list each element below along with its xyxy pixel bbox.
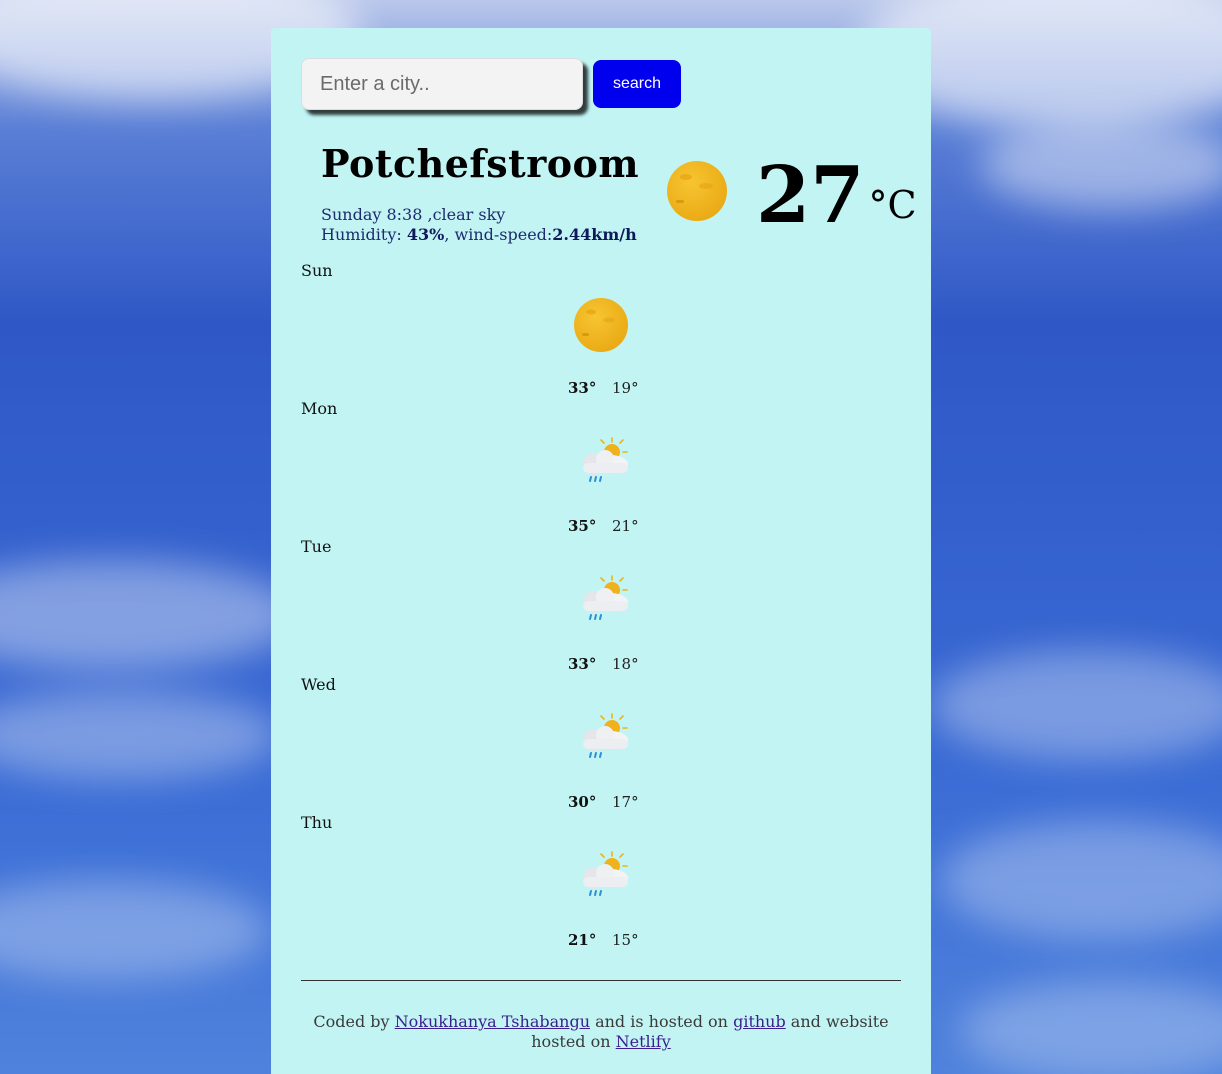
forecast-max-temp: 21° — [568, 931, 597, 949]
forecast-day-name: Wed — [301, 675, 336, 694]
forecast-min-temp: 21° — [612, 517, 639, 535]
forecast-day-name: Sun — [301, 261, 333, 280]
forecast-min-temp: 19° — [612, 379, 639, 397]
forecast-min-temp: 18° — [612, 655, 639, 673]
humidity-wind-line: Humidity: 43%, wind-speed:2.44km/h — [321, 225, 637, 244]
date-description-line: Sunday 8:38 ,clear sky — [321, 205, 506, 224]
footer-middle: and is hosted on — [590, 1012, 734, 1031]
footer-divider — [301, 980, 901, 981]
wind-label: wind-speed: — [454, 225, 553, 244]
forecast-max-temp: 33° — [568, 655, 597, 673]
forecast-max-temp: 35° — [568, 517, 597, 535]
rain-cloud-sun-icon — [583, 575, 628, 620]
forecast-day: Mon 35° 21° — [301, 399, 901, 537]
forecast-max-temp: 33° — [568, 379, 597, 397]
sun-icon — [574, 298, 628, 352]
author-link[interactable]: Nokukhanya Tshabangu — [395, 1012, 590, 1031]
temperature-unit: °C — [868, 183, 917, 227]
wind-speed-value: 2.44km/h — [552, 225, 637, 244]
current-details: Sunday 8:38 ,clear sky Humidity: 43%, wi… — [321, 205, 637, 245]
rain-cloud-sun-icon — [583, 713, 628, 758]
search-form: search — [301, 58, 681, 110]
forecast-day: Sun 33° 19° — [301, 261, 901, 399]
search-input[interactable] — [301, 58, 583, 110]
forecast-min-temp: 17° — [612, 793, 639, 811]
forecast-day: Wed 30° 17° — [301, 675, 901, 813]
temperature-value: 27 — [756, 150, 865, 241]
forecast-day: Tue 33° 18° — [301, 537, 901, 675]
netlify-link[interactable]: Netlify — [616, 1032, 671, 1051]
forecast-min-temp: 15° — [612, 931, 639, 949]
city-name: Potchefstroom — [321, 141, 640, 186]
forecast-day-name: Mon — [301, 399, 338, 418]
footer: Coded by Nokukhanya Tshabangu and is hos… — [301, 1012, 901, 1052]
footer-prefix: Coded by — [313, 1012, 395, 1031]
forecast-day: Thu 21° 15° — [301, 813, 901, 951]
forecast-day-name: Tue — [301, 537, 332, 556]
sun-icon — [667, 161, 727, 221]
github-link[interactable]: github — [733, 1012, 786, 1031]
weather-description: clear sky — [432, 205, 506, 224]
humidity-value: 43% — [406, 225, 445, 244]
forecast-list: Sun 33° 19° Mon 35° 21° Tue 33° 18° Wed … — [301, 261, 901, 951]
day-time: Sunday 8:38 — [321, 205, 423, 224]
rain-cloud-sun-icon — [583, 851, 628, 896]
search-button[interactable]: search — [593, 60, 681, 108]
humidity-label: Humidity: — [321, 225, 407, 244]
rain-cloud-sun-icon — [583, 437, 628, 482]
forecast-day-name: Thu — [301, 813, 333, 832]
weather-card: search Potchefstroom Sunday 8:38 ,clear … — [271, 28, 931, 1074]
forecast-max-temp: 30° — [568, 793, 597, 811]
current-temperature: 27 °C — [756, 146, 917, 246]
